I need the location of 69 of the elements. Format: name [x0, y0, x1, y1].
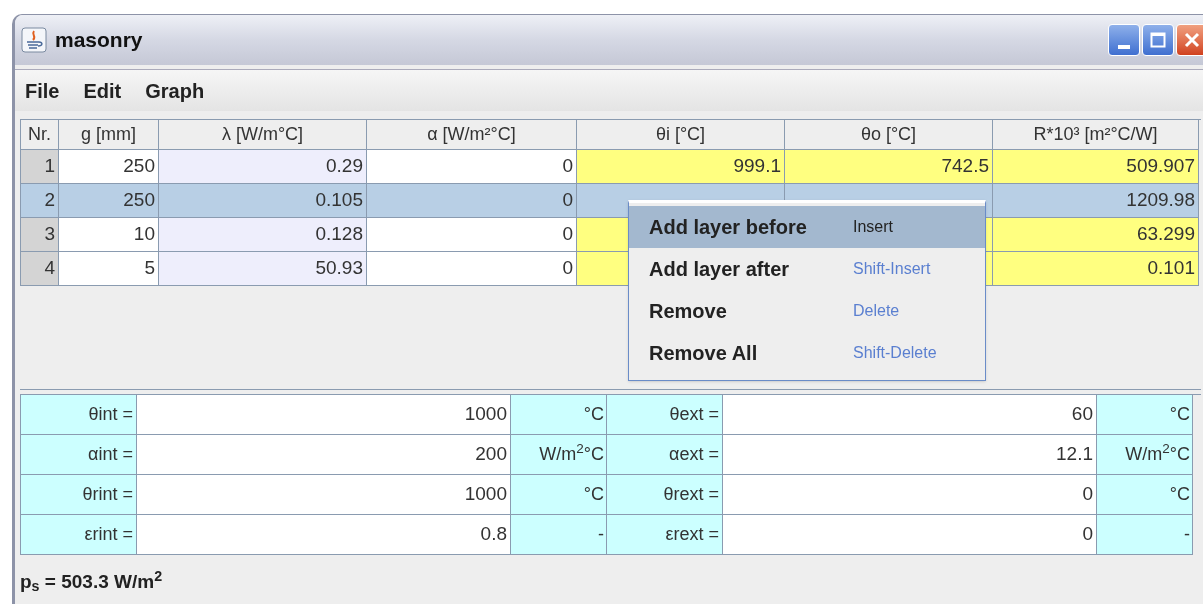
window-title: masonry — [55, 27, 143, 54]
unit-label: °C — [1169, 403, 1190, 426]
unit-label: - — [1184, 523, 1190, 546]
table-cell: 0.128 — [159, 218, 367, 252]
column-header[interactable]: g [mm] — [81, 121, 136, 148]
table-cell: 0 — [367, 150, 577, 184]
table-cell: 250 — [59, 150, 159, 184]
table-cell: 0 — [367, 218, 577, 252]
parameter-label: αint = — [88, 443, 133, 466]
parameter-field[interactable]: 1000 — [137, 395, 511, 435]
close-button[interactable] — [1176, 24, 1203, 56]
maximize-icon — [1150, 32, 1166, 48]
table-cell: 63.299 — [993, 218, 1199, 252]
parameter-field[interactable]: 0.8 — [137, 515, 511, 555]
table-cell: 1209.98 — [993, 184, 1199, 218]
context-menu-item[interactable]: Add layer after Shift-Insert — [629, 248, 985, 290]
parameter-label: εrext = — [665, 523, 719, 546]
unit-label: W/m$^{2}$°C — [539, 441, 604, 466]
column-header[interactable]: R*10³ [m²°C/W] — [1033, 121, 1158, 148]
close-icon — [1184, 32, 1200, 48]
table-cell: 0 — [367, 252, 577, 286]
table-cell: 0 — [367, 184, 577, 218]
table-cell: 0.101 — [993, 252, 1199, 286]
column-header[interactable]: α [W/m²°C] — [427, 121, 516, 148]
maximize-button[interactable] — [1142, 24, 1174, 56]
table-cell: 250 — [59, 184, 159, 218]
table-cell: 0.29 — [159, 150, 367, 184]
parameter-field[interactable]: 200 — [137, 435, 511, 475]
parameter-label: θrext = — [663, 483, 719, 506]
parameter-field[interactable]: 12.1 — [723, 435, 1097, 475]
parameter-label: εrint = — [84, 523, 133, 546]
column-header[interactable]: θo [°C] — [860, 121, 917, 148]
context-menu-item[interactable]: Remove Delete — [629, 290, 985, 332]
unit-label: °C — [1169, 483, 1190, 506]
parameter-label: θrint = — [82, 483, 133, 506]
column-header[interactable]: θi [°C] — [655, 121, 706, 148]
table-cell: 5 — [59, 252, 159, 286]
context-menu-item[interactable]: Add layer before Insert — [629, 206, 985, 248]
table-cell: 999.1 — [577, 150, 785, 184]
menu-item[interactable]: Graph — [145, 75, 205, 106]
parameter-label: θint = — [88, 403, 133, 426]
parameter-field[interactable]: 0 — [723, 515, 1097, 555]
table-cell: 10 — [59, 218, 159, 252]
minimize-icon — [1118, 45, 1130, 49]
parameter-label: αext = — [669, 443, 719, 466]
result-text: p$_{s}$ = 503.3 W/m$^{2}$ — [20, 567, 163, 597]
minimize-button[interactable] — [1108, 24, 1140, 56]
parameter-field[interactable]: 60 — [723, 395, 1097, 435]
parameter-field[interactable]: 1000 — [137, 475, 511, 515]
table-cell: 1 — [21, 150, 59, 184]
unit-label: °C — [583, 483, 604, 506]
table-cell: 742.5 — [785, 150, 993, 184]
column-header[interactable]: λ [W/m°C] — [221, 121, 304, 148]
app-cup-icon — [21, 27, 47, 53]
table-cell: 2 — [21, 184, 59, 218]
column-header[interactable]: Nr. — [28, 121, 51, 148]
table-cell: 50.93 — [159, 252, 367, 286]
table-cell: 509.907 — [993, 150, 1199, 184]
parameter-label: θext = — [669, 403, 719, 426]
menu-item[interactable]: Edit — [83, 75, 122, 106]
unit-label: °C — [583, 403, 604, 426]
unit-label: - — [598, 523, 604, 546]
context-menu-item[interactable]: Remove All Shift-Delete — [629, 332, 985, 374]
table-cell: 4 — [21, 252, 59, 286]
table-cell: 3 — [21, 218, 59, 252]
parameter-field[interactable]: 0 — [723, 475, 1097, 515]
unit-label: W/m$^{2}$°C — [1125, 441, 1190, 466]
menu-item[interactable]: File — [25, 75, 60, 106]
table-cell: 0.105 — [159, 184, 367, 218]
